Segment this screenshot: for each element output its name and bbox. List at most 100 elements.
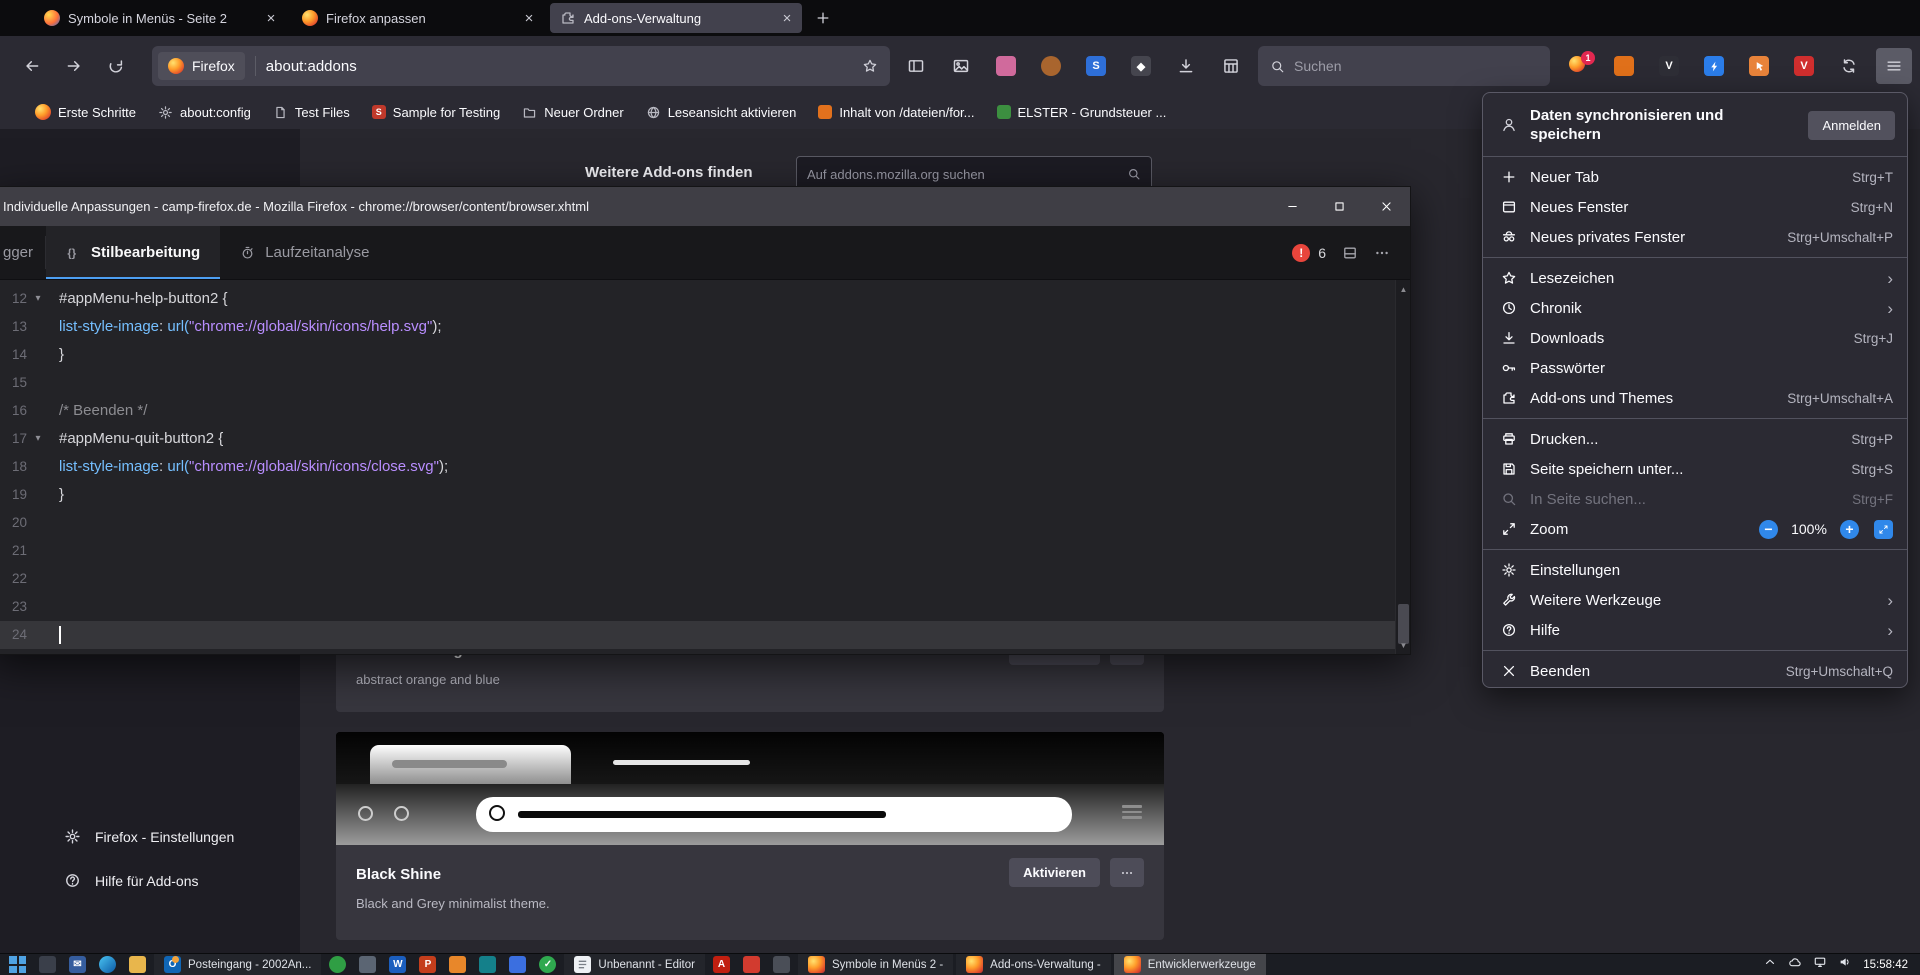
- code-line[interactable]: 17▾#appMenu-quit-button2 {: [0, 425, 1410, 453]
- mail-taskbar-button[interactable]: ✉: [64, 954, 91, 975]
- menu-item-weitere-werkzeuge[interactable]: Weitere Werkzeuge›: [1483, 585, 1907, 615]
- code-line[interactable]: 18list-style-image: url("chrome://global…: [0, 453, 1410, 481]
- volume-tray-button[interactable]: [1838, 955, 1852, 974]
- app-teal-taskbar-button[interactable]: [474, 954, 501, 975]
- scroll-up-icon[interactable]: [1396, 282, 1410, 296]
- app-red-taskbar-button[interactable]: [738, 954, 765, 975]
- menu-item-add-ons-und-themes[interactable]: Add-ons und ThemesStrg+Umschalt+A: [1483, 383, 1907, 413]
- code-line[interactable]: 15: [0, 369, 1410, 397]
- bookmark-item[interactable]: Erste Schritte: [26, 100, 145, 124]
- search-bar[interactable]: [1258, 46, 1550, 86]
- sidebar-item-addons-help[interactable]: Hilfe für Add-ons: [64, 872, 199, 889]
- chevron-up-tray-button[interactable]: [1763, 955, 1777, 974]
- app-green-taskbar-button[interactable]: [324, 954, 351, 975]
- sync-button[interactable]: [1831, 48, 1867, 84]
- maximize-button[interactable]: [1316, 187, 1363, 226]
- menu-item-chronik[interactable]: Chronik›: [1483, 293, 1907, 323]
- code-line[interactable]: 19}: [0, 481, 1410, 509]
- error-icon[interactable]: [1292, 244, 1310, 262]
- download-button[interactable]: [1168, 48, 1204, 84]
- menu-item-neuer-tab[interactable]: Neuer TabStrg+T: [1483, 162, 1907, 192]
- identity-chip[interactable]: Firefox: [158, 52, 245, 80]
- code-line[interactable]: 12▾#appMenu-help-button2 {: [0, 285, 1410, 313]
- bookmark-item[interactable]: Test Files: [264, 101, 359, 124]
- devtools-menu-icon[interactable]: [1374, 245, 1390, 261]
- taskbar-window-button[interactable]: Symbole in Menüs 2 -: [798, 954, 953, 975]
- app-menu-button[interactable]: [1876, 48, 1912, 84]
- tab-close-icon[interactable]: ×: [262, 9, 280, 27]
- bookmark-item[interactable]: Neuer Ordner: [513, 101, 632, 124]
- ext-orange-button[interactable]: [1606, 48, 1642, 84]
- menu-item-in-seite-suchen-[interactable]: In Seite suchen...Strg+F: [1483, 484, 1907, 514]
- fold-arrow-icon[interactable]: ▾: [27, 285, 49, 313]
- close-button[interactable]: [1363, 187, 1410, 226]
- sidebar-button[interactable]: [898, 48, 934, 84]
- check-green-taskbar-button[interactable]: ✓: [534, 954, 561, 975]
- activate-button[interactable]: Aktivieren: [1009, 858, 1100, 887]
- grid-button[interactable]: [1213, 48, 1249, 84]
- tab-performance[interactable]: Laufzeitanalyse: [220, 226, 389, 279]
- devtools-titlebar[interactable]: Individuelle Anpassungen - camp-firefox.…: [0, 187, 1410, 226]
- code-line[interactable]: 20: [0, 509, 1410, 537]
- scrollbar[interactable]: [1395, 280, 1410, 654]
- bookmark-item[interactable]: SSample for Testing: [363, 101, 509, 124]
- minimize-button[interactable]: [1269, 187, 1316, 226]
- menu-item-beenden[interactable]: BeendenStrg+Umschalt+Q: [1483, 656, 1907, 686]
- menu-item-hilfe[interactable]: Hilfe›: [1483, 615, 1907, 645]
- menu-item-passwörter[interactable]: Passwörter: [1483, 353, 1907, 383]
- url-bar[interactable]: Firefox about:addons: [152, 46, 890, 86]
- taskbar-window-button[interactable]: OPosteingang - 2002An...: [154, 954, 321, 975]
- firefox-badge-button[interactable]: 1: [1561, 48, 1597, 84]
- bookmark-item[interactable]: ELSTER - Grundsteuer ...: [988, 101, 1176, 124]
- ext-pink-button[interactable]: [988, 48, 1024, 84]
- addons-search-input[interactable]: [807, 166, 1127, 182]
- browser-tab[interactable]: Firefox anpassen×: [292, 3, 544, 33]
- browser-tab[interactable]: Add-ons-Verwaltung×: [550, 3, 802, 33]
- bookmark-item[interactable]: Leseansicht aktivieren: [637, 101, 806, 124]
- taskbar-window-button[interactable]: Add-ons-Verwaltung -: [956, 954, 1111, 975]
- tab-close-icon[interactable]: ×: [778, 9, 796, 27]
- ext-v-dark-button[interactable]: V: [1651, 48, 1687, 84]
- app-slate-taskbar-button[interactable]: [354, 954, 381, 975]
- signin-button[interactable]: Anmelden: [1808, 111, 1895, 140]
- app-dark-taskbar-button[interactable]: [34, 954, 61, 975]
- menu-item-lesezeichen[interactable]: Lesezeichen›: [1483, 263, 1907, 293]
- fullscreen-button[interactable]: [1874, 520, 1893, 539]
- menu-item-einstellungen[interactable]: Einstellungen: [1483, 555, 1907, 585]
- tab-close-icon[interactable]: ×: [520, 9, 538, 27]
- menu-item-neues-fenster[interactable]: Neues FensterStrg+N: [1483, 192, 1907, 222]
- code-line[interactable]: 14}: [0, 341, 1410, 369]
- taskbar-window-button[interactable]: Entwicklerwerkzeuge: [1114, 954, 1266, 975]
- image-button[interactable]: [943, 48, 979, 84]
- ext-lightning-button[interactable]: [1696, 48, 1732, 84]
- tab-style-editor[interactable]: {} Stilbearbeitung: [46, 226, 220, 279]
- scroll-down-icon[interactable]: [1396, 638, 1410, 652]
- edge-taskbar-button[interactable]: [94, 954, 121, 975]
- code-line[interactable]: 24: [0, 621, 1410, 649]
- powerpoint-taskbar-button[interactable]: P: [414, 954, 441, 975]
- tab-debugger-partial[interactable]: gger: [0, 226, 45, 279]
- menu-item-neues-privates-fenster[interactable]: Neues privates FensterStrg+Umschalt+P: [1483, 222, 1907, 252]
- ext-v-red-button[interactable]: V: [1786, 48, 1822, 84]
- ext-pointer-button[interactable]: [1741, 48, 1777, 84]
- taskbar-window-button[interactable]: Unbenannt - Editor: [564, 954, 705, 975]
- browser-tab[interactable]: Symbole in Menüs - Seite 2×: [34, 3, 286, 33]
- menu-item-zoom[interactable]: Zoom−100%+: [1483, 514, 1907, 544]
- more-options-button[interactable]: [1110, 858, 1144, 887]
- ext-s-button[interactable]: S: [1078, 48, 1114, 84]
- back-button[interactable]: [14, 48, 50, 84]
- cloud-tray-button[interactable]: [1788, 955, 1802, 974]
- app-gray-taskbar-button[interactable]: [768, 954, 795, 975]
- style-editor[interactable]: 12▾#appMenu-help-button2 {13list-style-i…: [0, 280, 1410, 654]
- explorer-taskbar-button[interactable]: [124, 954, 151, 975]
- zoom-out-button[interactable]: −: [1759, 520, 1778, 539]
- zoom-in-button[interactable]: +: [1840, 520, 1859, 539]
- word-taskbar-button[interactable]: W: [384, 954, 411, 975]
- menu-item-drucken-[interactable]: Drucken...Strg+P: [1483, 424, 1907, 454]
- menu-sync-header[interactable]: Daten synchronisieren und speichernAnmel…: [1483, 99, 1907, 151]
- code-line[interactable]: 13list-style-image: url("chrome://global…: [0, 313, 1410, 341]
- forward-button[interactable]: [56, 48, 92, 84]
- bookmark-star-icon[interactable]: [862, 58, 878, 74]
- ext-dark-button[interactable]: ◆: [1123, 48, 1159, 84]
- pdf-taskbar-button[interactable]: A: [708, 954, 735, 975]
